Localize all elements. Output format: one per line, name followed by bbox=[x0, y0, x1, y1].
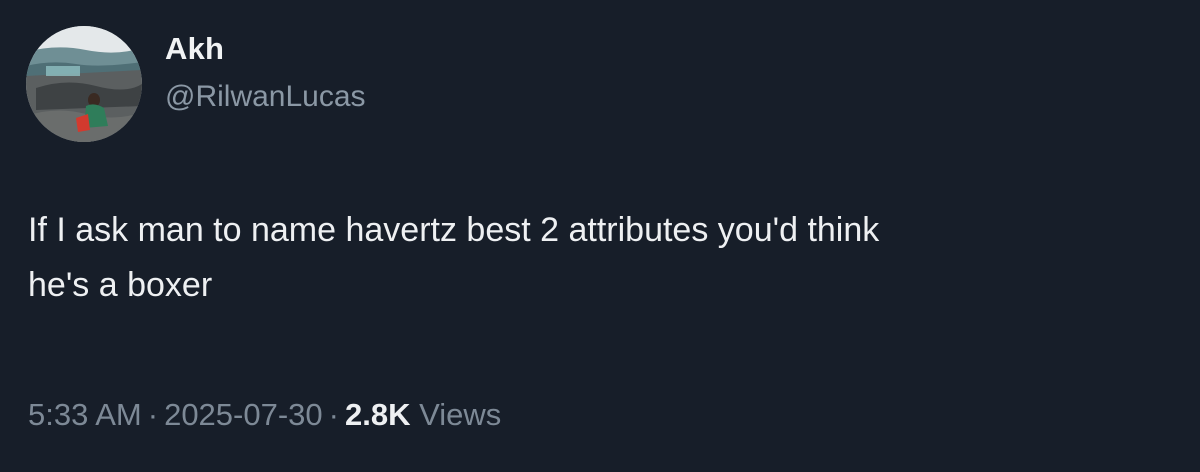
tweet-meta: 5:33 AM · 2025-07-30 · 2.8K Views bbox=[28, 395, 501, 435]
separator-dot: · bbox=[147, 397, 159, 432]
tweet-date[interactable]: 2025-07-30 bbox=[164, 397, 323, 432]
separator-dot: · bbox=[328, 397, 339, 432]
views-label: Views bbox=[419, 397, 502, 432]
display-name[interactable]: Akh bbox=[165, 30, 224, 68]
tweet-card: Akh @RilwanLucas If I ask man to name ha… bbox=[0, 0, 1200, 472]
avatar[interactable] bbox=[26, 26, 142, 142]
user-handle[interactable]: @RilwanLucas bbox=[165, 78, 366, 116]
tweet-text: If I ask man to name havertz best 2 attr… bbox=[28, 211, 880, 304]
views-count: 2.8K bbox=[344, 397, 411, 432]
profile-photo-icon bbox=[26, 26, 142, 142]
tweet-time[interactable]: 5:33 AM bbox=[28, 397, 142, 432]
